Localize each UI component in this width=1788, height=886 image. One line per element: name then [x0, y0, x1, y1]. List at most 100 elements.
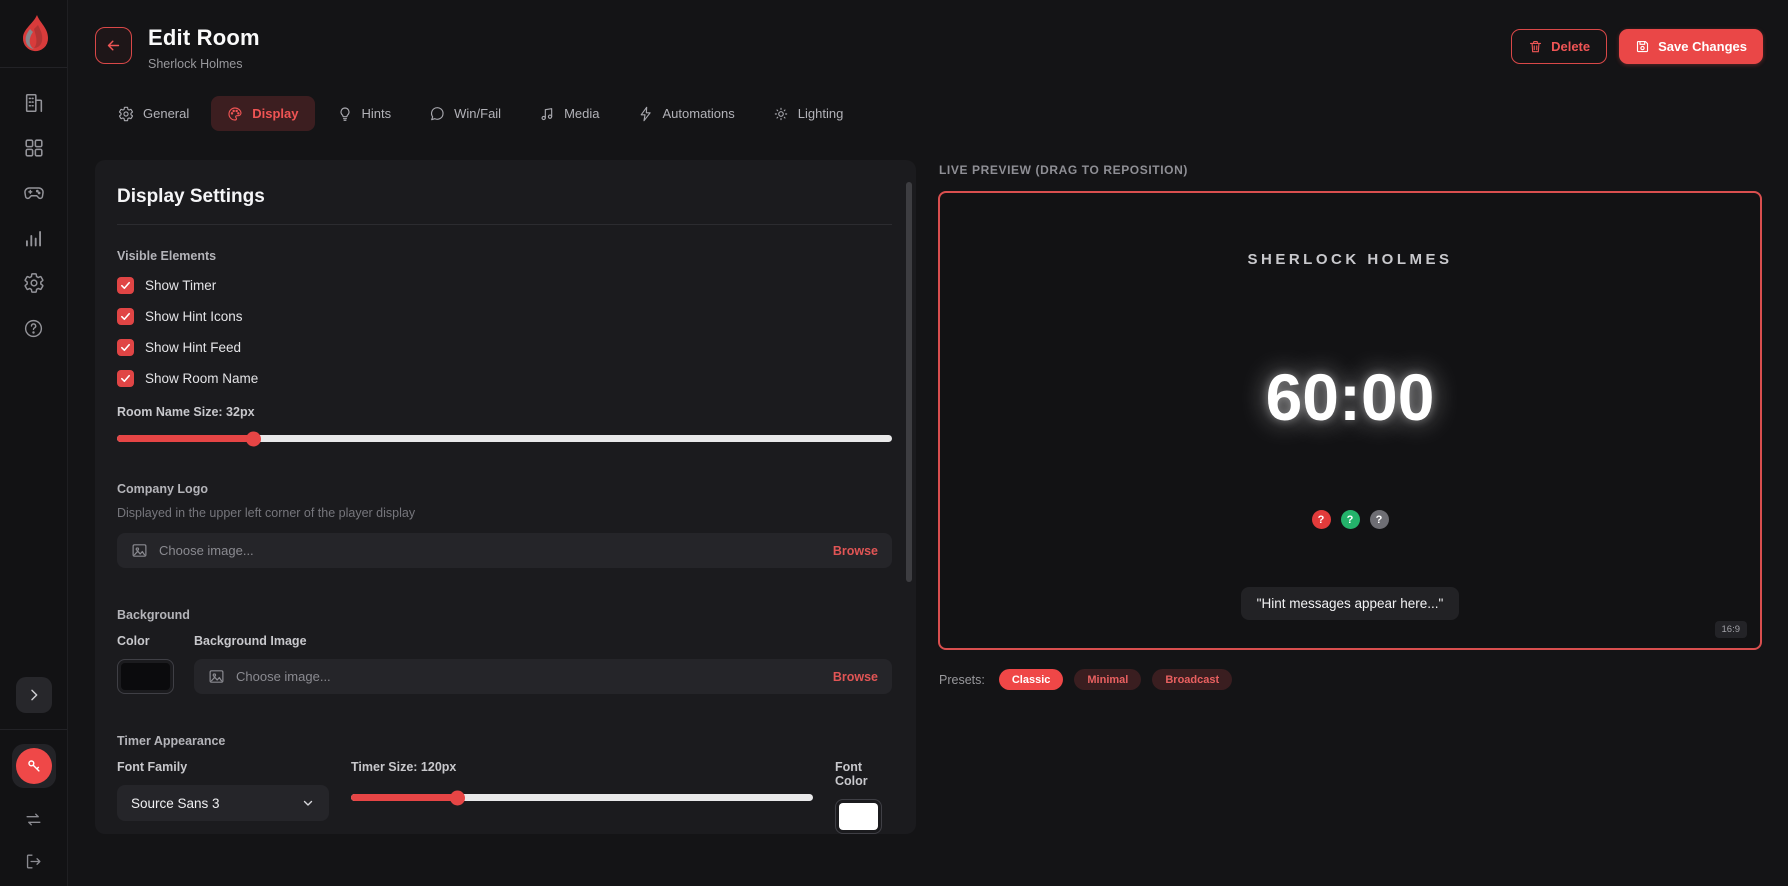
save-button-label: Save Changes [1658, 39, 1747, 54]
sidebar-item-rooms[interactable] [23, 137, 45, 159]
sidebar [0, 0, 68, 886]
delete-button[interactable]: Delete [1511, 29, 1608, 64]
font-color-swatch[interactable] [835, 799, 882, 834]
font-family-select[interactable]: Source Sans 3 [117, 785, 329, 821]
sidebar-divider [0, 729, 67, 730]
timer-appearance-label: Timer Appearance [117, 734, 226, 748]
preview-timer[interactable]: 60:00 [940, 359, 1760, 435]
aspect-ratio-badge: 16:9 [1714, 621, 1747, 638]
sidebar-item-stats[interactable] [23, 227, 45, 249]
logout-icon [26, 854, 41, 869]
slider-thumb[interactable] [245, 431, 261, 446]
sidebar-item-settings[interactable] [23, 272, 45, 294]
browse-button[interactable]: Browse [833, 670, 878, 684]
sidebar-item-buildings[interactable] [23, 92, 45, 114]
checkbox-checked-icon [117, 370, 134, 387]
browse-button[interactable]: Browse [833, 544, 878, 558]
slider-thumb[interactable] [450, 790, 466, 805]
divider [117, 224, 892, 225]
header-actions: Delete Save Changes [1511, 29, 1763, 64]
presets-row: Presets: Classic Minimal Broadcast [939, 669, 1233, 690]
preview-hint-feed[interactable]: "Hint messages appear here..." [940, 587, 1760, 620]
preset-broadcast[interactable]: Broadcast [1152, 669, 1233, 690]
presets-label: Presets: [939, 672, 985, 687]
gear-icon [118, 106, 134, 121]
gamepad-icon [23, 186, 44, 199]
checkbox-show-room-name[interactable]: Show Room Name [117, 370, 892, 387]
file-placeholder: Choose image... [236, 669, 331, 684]
logout-button[interactable] [24, 852, 44, 872]
checkbox-label: Show Timer [145, 278, 217, 293]
room-name-size-label: Room Name Size: 32px [117, 405, 255, 419]
timer-size-group: Timer Size: 120px [351, 760, 813, 805]
quick-key-button[interactable] [11, 744, 56, 788]
music-note-icon [541, 107, 553, 120]
preview-room-name[interactable]: SHERLOCK HOLMES [940, 251, 1760, 268]
font-family-value: Source Sans 3 [131, 795, 220, 811]
room-name-size-slider[interactable] [117, 431, 892, 446]
font-family-group: Font Family Source Sans 3 [117, 760, 329, 821]
sidebar-item-help[interactable] [23, 317, 45, 339]
page-title: Edit Room [148, 25, 260, 50]
checkbox-show-hint-feed[interactable]: Show Hint Feed [117, 339, 892, 356]
tab-display[interactable]: Display [211, 96, 315, 131]
slider-fill [351, 790, 466, 805]
timer-size-slider[interactable] [351, 790, 813, 805]
tab-winfail[interactable]: Win/Fail [413, 96, 517, 131]
sidebar-item-game[interactable] [23, 182, 45, 204]
chevron-down-icon [303, 800, 313, 806]
sun-icon [774, 107, 787, 120]
save-icon [1637, 40, 1649, 53]
checkbox-show-hint-icons[interactable]: Show Hint Icons [117, 308, 892, 325]
gear-icon [23, 273, 44, 293]
background-color-swatch[interactable] [117, 659, 174, 694]
image-icon [209, 670, 224, 683]
tab-general[interactable]: General [102, 96, 205, 131]
background-image-group: Background Image Choose image... Browse [194, 634, 892, 694]
sidebar-bottom [0, 677, 67, 886]
company-logo-file-input[interactable]: Choose image... Browse [117, 533, 892, 568]
file-placeholder: Choose image... [159, 543, 254, 558]
chevron-right-icon [30, 689, 37, 701]
switch-account-button[interactable] [24, 810, 44, 830]
tab-label: Win/Fail [454, 106, 502, 121]
checkbox-label: Show Hint Feed [145, 340, 242, 355]
tab-media[interactable]: Media [523, 96, 615, 131]
preset-minimal[interactable]: Minimal [1074, 669, 1142, 690]
slider-fill [117, 431, 261, 446]
tab-automations[interactable]: Automations [622, 96, 751, 131]
background-image-file-input[interactable]: Choose image... Browse [194, 659, 892, 694]
lightning-bolt-icon [640, 106, 651, 121]
tab-label: Lighting [797, 106, 844, 121]
tab-label: Display [252, 106, 299, 121]
background-color-group: Color [117, 634, 174, 694]
background-row: Color Background Image Choose image... B… [117, 634, 892, 694]
help-circle-icon [24, 319, 43, 337]
visible-elements-label: Visible Elements [117, 249, 217, 263]
building-icon [25, 93, 42, 113]
palette-icon [228, 106, 242, 121]
panel-scrollbar[interactable] [906, 182, 912, 582]
sidebar-expand-button[interactable] [15, 677, 52, 713]
background-label: Background [117, 608, 190, 622]
image-icon [132, 544, 147, 557]
preview-hint-icons[interactable]: ? ? ? [940, 510, 1760, 529]
font-color-group: Font Color [835, 760, 892, 834]
trash-icon [1530, 40, 1542, 53]
swatch-fill [121, 663, 170, 690]
save-changes-button[interactable]: Save Changes [1619, 29, 1763, 64]
preset-classic[interactable]: Classic [998, 669, 1064, 690]
key-icon [15, 748, 52, 784]
flame-logo-icon [22, 14, 48, 51]
back-button[interactable] [95, 27, 132, 64]
color-label: Color [117, 634, 150, 648]
swatch-fill [839, 803, 878, 830]
app-logo[interactable] [0, 0, 67, 68]
live-preview-canvas[interactable]: SHERLOCK HOLMES 60:00 ? ? ? "Hint messag… [938, 191, 1762, 650]
transfer-arrows-icon [25, 813, 41, 826]
checkbox-show-timer[interactable]: Show Timer [117, 277, 892, 294]
tab-lighting[interactable]: Lighting [757, 96, 860, 131]
tab-label: Hints [361, 106, 392, 121]
tab-hints[interactable]: Hints [321, 96, 408, 131]
hint-dot-red: ? [1311, 510, 1331, 529]
